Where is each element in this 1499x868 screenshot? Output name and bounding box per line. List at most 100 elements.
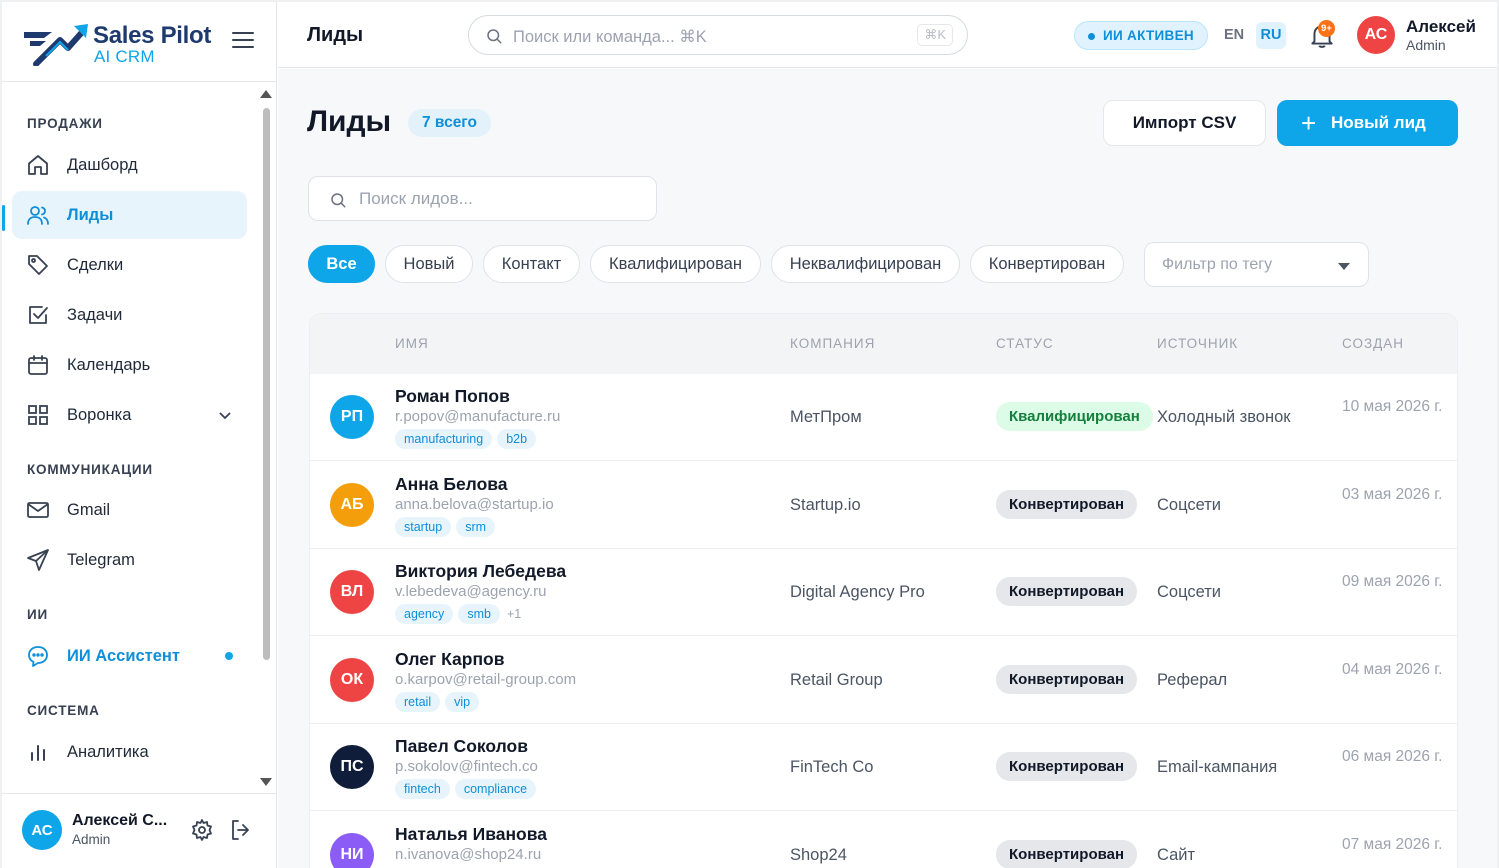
logout-icon[interactable]: [229, 818, 253, 842]
lead-tag[interactable]: agency: [395, 604, 454, 624]
status-badge: Конвертирован: [996, 752, 1138, 781]
filter-chip-converted[interactable]: Конвертирован: [970, 245, 1124, 283]
table-row[interactable]: НИ Наталья Иванова n.ivanova@shop24.ru Shop…: [310, 811, 1457, 868]
new-lead-label: Новый лид: [1331, 113, 1426, 132]
column-header-created[interactable]: СОЗДАН: [1342, 336, 1404, 351]
filter-chip-unqualified[interactable]: Неквалифицирован: [771, 245, 960, 283]
lead-created-date: 06 мая 2026 г.: [1342, 748, 1443, 765]
sidebar-item-analytics[interactable]: Аналитика: [12, 728, 247, 776]
tag-filter-select[interactable]: Фильтр по тегу: [1144, 242, 1369, 287]
filter-chip-qualified[interactable]: Квалифицирован: [590, 245, 761, 283]
lead-tag[interactable]: startup: [395, 516, 452, 537]
lead-company: FinTech Co: [790, 758, 874, 776]
sidebar-item-calendar[interactable]: Календарь: [12, 341, 247, 389]
lead-search-input[interactable]: Поиск лидов...: [308, 176, 657, 221]
column-header-source[interactable]: ИСТОЧНИК: [1157, 336, 1238, 351]
lead-name[interactable]: Виктория Лебедева: [395, 561, 566, 582]
import-csv-button[interactable]: Импорт CSV: [1103, 100, 1266, 146]
column-header-name[interactable]: ИМЯ: [395, 336, 429, 351]
lead-tag[interactable]: vip: [445, 691, 480, 712]
sidebar-item-telegram[interactable]: Telegram: [12, 536, 247, 584]
table-row[interactable]: АБ Анна Белова anna.belova@startup.io start…: [310, 461, 1457, 549]
lang-ru-button[interactable]: RU: [1256, 22, 1286, 49]
new-lead-button[interactable]: + Новый лид: [1277, 100, 1458, 146]
lead-company: Startup.io: [790, 495, 861, 514]
sidebar-item-funnel[interactable]: Воронка: [12, 391, 247, 439]
table-row[interactable]: ВЛ Виктория Лебедева v.lebedeva@agency.ru a…: [310, 549, 1457, 636]
filter-chip-contact[interactable]: Контакт: [483, 245, 580, 283]
brand-subtitle: AI CRM: [94, 47, 155, 66]
lead-created-date: 09 мая 2026 г.: [1342, 573, 1443, 590]
home-icon: [28, 155, 48, 175]
lead-source: Email-кампания: [1157, 758, 1278, 776]
user-name: Алексей С...: [72, 812, 168, 829]
lead-source: Холодный звонок: [1157, 408, 1291, 426]
scroll-down-arrow[interactable]: [260, 778, 272, 786]
lead-tag[interactable]: retail: [395, 691, 441, 712]
search-placeholder: Поиск лидов...: [359, 189, 473, 208]
section-ai: ИИ: [27, 607, 49, 622]
filter-chip-all[interactable]: Все: [308, 245, 375, 283]
lead-source: Реферал: [1157, 670, 1228, 689]
avatar: НИ: [330, 832, 374, 868]
more-tags-count[interactable]: +1: [507, 607, 521, 621]
page-header-title: Лиды: [307, 24, 364, 46]
scroll-thumb[interactable]: [263, 108, 270, 660]
table-row[interactable]: ОК Олег Карпов o.karpov@retail-group.com re…: [310, 636, 1457, 724]
lead-tags: fintech compliance: [395, 779, 537, 799]
avatar[interactable]: АС: [22, 810, 62, 850]
send-icon: [27, 549, 49, 571]
column-header-status[interactable]: СТАТУС: [996, 336, 1054, 351]
app-window: Sales Pilot AI CRM ПРОДАЖИ Дашборд Лиды …: [2, 2, 1497, 868]
tag-icon: [28, 255, 48, 275]
table-row[interactable]: ПС Павел Соколов p.sokolov@fintech.co finte…: [310, 724, 1457, 811]
logo: Sales Pilot AI CRM: [2, 2, 277, 82]
search-icon: [331, 193, 346, 208]
sidebar-item-dashboard[interactable]: Дашборд: [12, 141, 247, 189]
avatar[interactable]: АС: [1357, 16, 1395, 54]
lead-created-date: 04 мая 2026 г.: [1342, 660, 1443, 678]
shortcut-hint: ⌘K: [917, 24, 953, 46]
sidebar-item-gmail[interactable]: Gmail: [12, 486, 247, 534]
chevron-down-icon: [219, 412, 231, 420]
status-badge: Конвертирован: [996, 664, 1138, 694]
notification-badge: 9+: [1318, 20, 1335, 37]
scroll-up-arrow[interactable]: [260, 90, 272, 98]
table-row[interactable]: РП Роман Попов r.popov@manufacture.ru manuf…: [310, 374, 1457, 461]
sidebar-user: АС Алексей С... Admin: [2, 793, 277, 868]
lead-tag[interactable]: srm: [456, 516, 496, 537]
lead-tag[interactable]: fintech: [395, 779, 450, 799]
lang-en-button[interactable]: EN: [1224, 27, 1244, 43]
filter-chip-new[interactable]: Новый: [385, 245, 473, 283]
lead-tag[interactable]: manufacturing: [395, 429, 493, 449]
sidebar-item-ai-assistant[interactable]: ИИ Ассистент: [12, 632, 247, 680]
global-search-input[interactable]: Поиск или команда... ⌘K ⌘K: [468, 15, 968, 55]
status-badge: Конвертирован: [996, 577, 1138, 606]
lead-tag[interactable]: b2b: [497, 429, 537, 449]
sidebar-item-label: Сделки: [67, 255, 124, 274]
lead-name[interactable]: Анна Белова: [395, 474, 508, 495]
menu-toggle-button[interactable]: [232, 32, 254, 52]
tag-filter-placeholder: Фильтр по тегу: [1162, 256, 1273, 273]
lead-tag[interactable]: compliance: [454, 779, 537, 799]
sidebar-item-deals[interactable]: Сделки: [12, 241, 247, 289]
dropdown-arrow-icon: [1338, 263, 1350, 270]
lead-company: Digital Agency Pro: [790, 583, 925, 601]
column-header-company[interactable]: КОМПАНИЯ: [790, 336, 875, 351]
lead-tag[interactable]: smb: [458, 604, 500, 624]
sidebar-scrollbar[interactable]: [260, 86, 272, 792]
sidebar-nav: ПРОДАЖИ Дашборд Лиды Сделки Задачи Кален…: [2, 83, 264, 793]
header-user-role: Admin: [1406, 37, 1446, 53]
section-communications: КОММУНИКАЦИИ: [27, 462, 153, 477]
lead-tags: retail vip: [395, 691, 480, 712]
lead-name[interactable]: Наталья Иванова: [395, 824, 547, 845]
lead-name[interactable]: Павел Соколов: [395, 736, 528, 757]
lead-name[interactable]: Роман Попов: [395, 386, 510, 407]
sidebar-item-leads[interactable]: Лиды: [12, 191, 247, 239]
gear-icon[interactable]: [190, 818, 214, 842]
lead-company: Shop24: [790, 845, 847, 864]
lead-name[interactable]: Олег Карпов: [395, 649, 505, 670]
sidebar-item-tasks[interactable]: Задачи: [12, 291, 247, 339]
lead-tags: startup srm: [395, 516, 496, 537]
ai-status-badge: ИИ АКТИВЕН: [1074, 21, 1208, 50]
